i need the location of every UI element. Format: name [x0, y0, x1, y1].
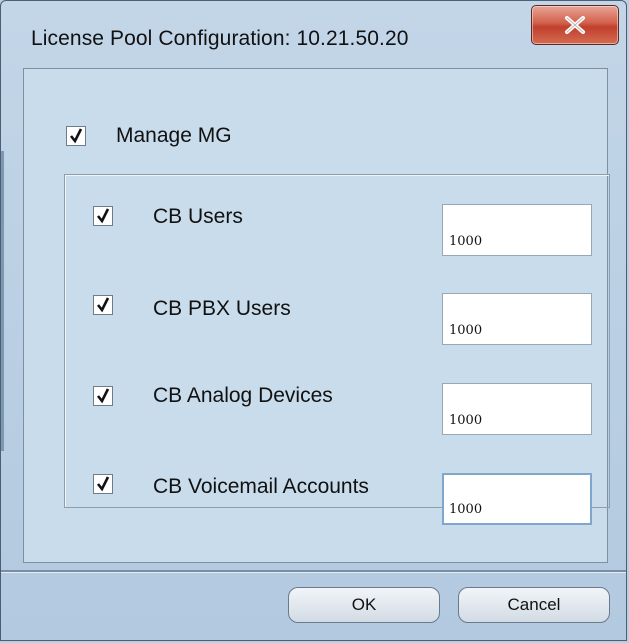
- cb-pbx-users-input[interactable]: [442, 293, 592, 345]
- ok-button[interactable]: OK: [288, 587, 440, 623]
- title-bar[interactable]: License Pool Configuration: 10.21.50.20: [1, 1, 626, 67]
- cb-pbx-users-label: CB PBX Users: [153, 297, 291, 320]
- close-icon: [565, 16, 585, 34]
- cb-analog-devices-checkbox[interactable]: [93, 386, 113, 406]
- checkmark-icon: [96, 297, 110, 313]
- cb-pbx-users-checkbox[interactable]: [93, 295, 113, 315]
- cb-users-input[interactable]: [442, 204, 592, 256]
- checkmark-icon: [96, 208, 110, 224]
- dialog-title: License Pool Configuration: 10.21.50.20: [31, 27, 409, 50]
- cancel-button[interactable]: Cancel: [458, 587, 610, 623]
- cb-users-label: CB Users: [153, 205, 243, 228]
- checkmark-icon: [96, 388, 110, 404]
- cb-voicemail-accounts-input[interactable]: [442, 473, 592, 525]
- license-pool-dialog: License Pool Configuration: 10.21.50.20 …: [0, 0, 627, 641]
- cb-voicemail-accounts-label: CB Voicemail Accounts: [153, 475, 369, 498]
- button-bar-divider: [1, 570, 626, 572]
- window-edge: [1, 151, 4, 451]
- manage-mg-label: Manage MG: [116, 124, 232, 147]
- cb-users-checkbox[interactable]: [93, 206, 113, 226]
- manage-mg-row[interactable]: Manage MG: [66, 122, 232, 150]
- checkmark-icon: [69, 128, 83, 144]
- manage-mg-checkbox[interactable]: [66, 126, 86, 146]
- cb-analog-devices-label: CB Analog Devices: [153, 384, 333, 407]
- checkmark-icon: [96, 476, 110, 492]
- cb-analog-devices-input[interactable]: [442, 383, 592, 435]
- close-button[interactable]: [531, 5, 619, 45]
- cb-voicemail-accounts-checkbox[interactable]: [93, 474, 113, 494]
